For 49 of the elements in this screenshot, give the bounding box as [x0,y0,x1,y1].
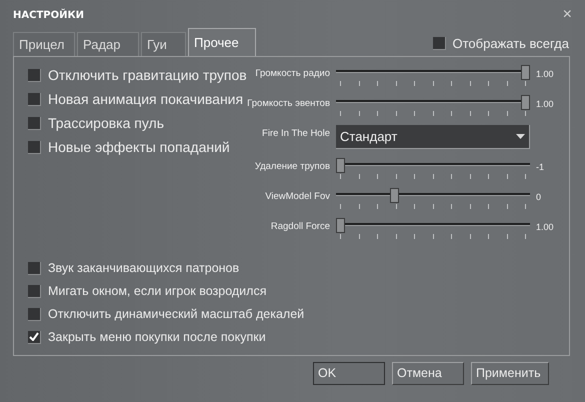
checkbox[interactable] [28,116,41,130]
checkbox[interactable] [28,308,41,320]
dialog-button[interactable]: Применить [471,362,549,385]
dialog-button[interactable]: Отмена [392,362,464,385]
checkbox[interactable] [432,36,446,50]
slider-value: 1.00 [536,98,555,111]
checkbox[interactable] [28,262,41,274]
close-button[interactable]: × [562,7,572,23]
checkmark-icon [29,332,39,341]
dialog-button[interactable]: OK [313,362,385,385]
control-label: Ragdoll Force [270,220,330,234]
checkbox-label: Звук заканчивающихся патронов [48,260,240,277]
dropdown-arrow-icon [516,134,525,139]
checkbox-label: Отключить гравитацию трупов [48,66,247,85]
checkbox-label: Мигать окном, если игрок возродился [48,282,266,300]
checkbox[interactable] [28,140,41,154]
slider-track[interactable] [336,158,530,172]
checkbox[interactable] [28,330,41,344]
checkbox-label: Закрыть меню покупки после покупки [48,328,266,346]
control-label: Fire In The Hole [261,127,330,141]
control-label: ViewModel Fov [264,190,330,204]
checkbox[interactable] [28,92,41,106]
slider-track[interactable] [336,95,530,109]
tab[interactable]: Гуи [141,32,186,56]
window-title: НАСТРОЙКИ [13,8,84,22]
slider-thumb[interactable] [521,95,530,110]
tab[interactable]: Прочее [188,28,256,56]
checkbox-label: Трассировка пуль [48,114,164,133]
slider-value: 1.00 [536,221,555,234]
slider-track[interactable] [336,65,530,79]
checkbox-label: Отключить динамический масштаб декалей [48,306,304,323]
slider-value: -1 [536,161,546,174]
slider-value: 1.00 [536,68,555,81]
tab[interactable]: Радар [77,32,139,56]
checkbox[interactable] [28,284,41,298]
slider-thumb[interactable] [336,158,345,173]
slider-track[interactable] [336,188,530,202]
slider-track[interactable] [336,218,530,232]
slider-thumb[interactable] [390,188,399,203]
checkbox-label: Отображать всегда [452,34,569,53]
slider-value: 0 [536,191,542,204]
tab[interactable]: Прицел [13,32,75,56]
dropdown[interactable]: Стандарт [336,125,530,149]
slider-thumb[interactable] [521,65,530,80]
checkbox-label: Новые эффекты попаданий [48,138,230,157]
slider-thumb[interactable] [336,218,345,233]
checkbox-label: Новая анимация покачивания [48,90,244,109]
checkbox[interactable] [28,68,41,82]
control-label: Удаление трупов [254,160,330,174]
